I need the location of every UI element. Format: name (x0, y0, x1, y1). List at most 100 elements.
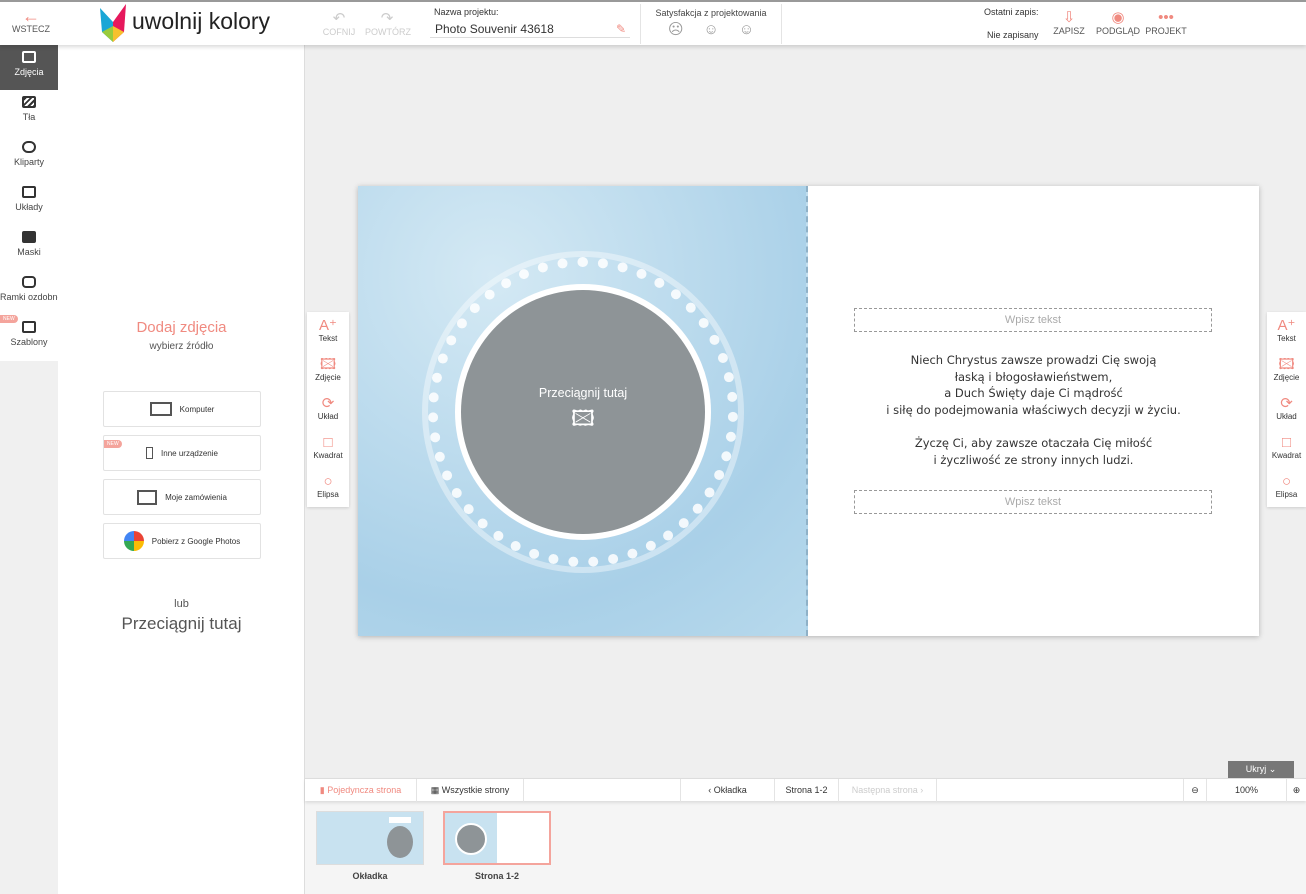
source-google-photos-button[interactable]: Pobierz z Google Photos (103, 523, 261, 559)
redo-button[interactable]: ↷ POWTÓRZ (365, 10, 411, 38)
refresh-icon: ⟳ (321, 395, 335, 412)
layout-button[interactable]: ⟳ Układ (307, 390, 349, 429)
thumbnail-label: Okładka (352, 871, 388, 881)
add-photo-button[interactable]: 🖾 Zdjęcie (1267, 351, 1306, 390)
page-spread: Przeciągnij tutaj 🖾 Wpisz tekst Niech Ch… (358, 186, 1259, 636)
left-page[interactable]: Przeciągnij tutaj 🖾 (358, 186, 808, 636)
page-thumbnails: Okładka Strona 1-2 (305, 801, 1306, 894)
square-icon: □ (323, 434, 333, 451)
chevron-right-icon: › (920, 785, 924, 795)
circle-icon: ○ (1281, 473, 1292, 490)
prev-page-button[interactable]: ‹ Okładka (680, 779, 775, 802)
phone-icon (146, 447, 154, 459)
rail-item-backgrounds[interactable]: Tła (0, 90, 58, 135)
add-text-button[interactable]: A⁺ Tekst (1267, 312, 1306, 351)
neutral-face-icon[interactable]: ☺ (703, 21, 738, 38)
zoom-level: 100% (1207, 779, 1287, 802)
zoom-in-icon: ⊕ (1292, 785, 1301, 795)
rail-item-cliparts[interactable]: Kliparty (0, 135, 58, 180)
verse-block-2[interactable]: Życzę Ci, aby zawsze otaczała Cię miłość… (808, 435, 1259, 468)
project-name-input[interactable]: Photo Souvenir 43618 ✎ (430, 20, 630, 38)
undo-icon: ↶ (332, 10, 346, 27)
thumbnail-pages-1-2[interactable] (443, 811, 551, 865)
square-button[interactable]: □ Kwadrat (1267, 429, 1306, 468)
more-dots-icon: ••• (1158, 9, 1174, 26)
folder-icon (137, 489, 158, 505)
rail-item-masks[interactable]: Maski (0, 225, 58, 270)
square-button[interactable]: □ Kwadrat (307, 429, 349, 468)
source-my-orders-button[interactable]: Moje zamówienia (103, 479, 261, 515)
left-side-toolbar: A⁺ Tekst 🖾 Zdjęcie ⟳ Układ □ Kwadrat ○ Elipsa (307, 312, 349, 507)
next-page-button[interactable]: Następna strona › (839, 779, 937, 802)
rail-item-templates[interactable]: NEW Szablony (0, 315, 58, 360)
project-menu-button[interactable]: ••• PROJEKT (1144, 9, 1188, 37)
zoom-in-button[interactable]: ⊕ (1287, 779, 1306, 802)
ellipse-button[interactable]: ○ Elipsa (1267, 468, 1306, 507)
chevron-left-icon: ‹ (708, 785, 712, 795)
preview-button[interactable]: ◉ PODGLĄD (1096, 9, 1140, 37)
drop-zone-label[interactable]: Przeciągnij tutaj (58, 614, 305, 634)
single-page-tab[interactable]: ▮ Pojedyncza strona (305, 779, 417, 802)
image-icon (22, 51, 36, 63)
save-button[interactable]: ⇩ ZAPISZ (1052, 9, 1086, 37)
frame-icon (22, 276, 36, 288)
satisfaction-group: Satysfakcja z projektowania ☹☺☺ (640, 4, 782, 44)
single-page-icon: ▮ (319, 785, 325, 795)
project-name-label: Nazwa projektu: (434, 7, 499, 17)
template-icon (22, 321, 36, 333)
eye-icon: ◉ (1111, 9, 1125, 26)
photo-drop-label: Przeciągnij tutaj (538, 386, 628, 400)
layout-icon (22, 186, 36, 198)
stripes-icon (22, 96, 36, 108)
right-side-toolbar: A⁺ Tekst 🖾 Zdjęcie ⟳ Układ □ Kwadrat ○ Elipsa (1267, 312, 1306, 507)
or-label: lub (174, 598, 189, 610)
logo-icon (100, 4, 126, 42)
zoom-out-button[interactable]: ⊖ (1183, 779, 1207, 802)
pencil-icon[interactable]: ✎ (616, 20, 626, 38)
rail-item-layouts[interactable]: Układy (0, 180, 58, 225)
ellipse-button[interactable]: ○ Elipsa (307, 468, 349, 507)
page-navigation-bar: ▮ Pojedyncza strona ▦ Wszystkie strony ‹… (305, 778, 1306, 802)
arrow-left-icon: ← (22, 6, 40, 26)
current-page-label: Strona 1-2 (775, 779, 839, 802)
zoom-out-icon: ⊖ (1191, 785, 1199, 795)
photo-drop-mask[interactable]: Przeciągnij tutaj 🖾 (461, 290, 705, 534)
source-computer-button[interactable]: Komputer (103, 391, 261, 427)
last-save-label: Ostatni zapis: (984, 7, 1039, 17)
panel-title: Dodaj zdjęcia (136, 319, 227, 336)
save-icon: ⇩ (1062, 9, 1076, 26)
text-add-icon: A⁺ (1277, 317, 1296, 334)
google-photos-icon (123, 531, 144, 551)
happy-face-icon[interactable]: ☺ (739, 21, 774, 38)
add-text-button[interactable]: A⁺ Tekst (307, 312, 349, 351)
text-field-bottom[interactable]: Wpisz tekst (854, 490, 1212, 514)
sad-face-icon[interactable]: ☹ (668, 21, 704, 38)
layout-button[interactable]: ⟳ Układ (1267, 390, 1306, 429)
add-photos-panel: Dodaj zdjęcia wybierz źródło Komputer NE… (58, 45, 305, 894)
text-field-top[interactable]: Wpisz tekst (854, 308, 1212, 332)
image-add-icon: 🖾 (319, 356, 337, 373)
rail-item-frames[interactable]: Ramki ozdobne (0, 270, 58, 315)
new-badge: NEW (0, 315, 18, 323)
grid-icon: ▦ (430, 785, 440, 795)
redo-icon: ↷ (380, 10, 394, 27)
undo-button[interactable]: ↶ COFNIJ (322, 10, 356, 38)
source-other-device-button[interactable]: NEW Inne urządzenie (103, 435, 261, 471)
chevron-down-icon: ⌄ (1268, 764, 1277, 774)
rail-item-photos[interactable]: Zdjęcia (0, 45, 58, 90)
verse-block-1[interactable]: Niech Chrystus zawsze prowadzi Cię swoją… (808, 352, 1259, 418)
back-button[interactable]: ← WSTECZ (12, 6, 50, 34)
last-save-value: Nie zapisany (987, 30, 1039, 40)
add-photo-button[interactable]: 🖾 Zdjęcie (307, 351, 349, 390)
refresh-icon: ⟳ (1280, 395, 1293, 412)
thumbnail-cover[interactable] (316, 811, 424, 865)
thumbnail-label: Strona 1-2 (474, 871, 519, 881)
tool-rail: Zdjęcia Tła Kliparty Układy Maski Ramki … (0, 45, 58, 361)
all-pages-tab[interactable]: ▦ Wszystkie strony (417, 779, 524, 802)
shapes-icon (22, 141, 36, 153)
hide-thumbnails-button[interactable]: Ukryj ⌄ (1228, 761, 1294, 778)
image-add-icon: 🖾 (1278, 356, 1295, 373)
text-add-icon: A⁺ (319, 317, 337, 334)
new-badge: NEW (104, 440, 122, 448)
monitor-icon (149, 402, 172, 416)
